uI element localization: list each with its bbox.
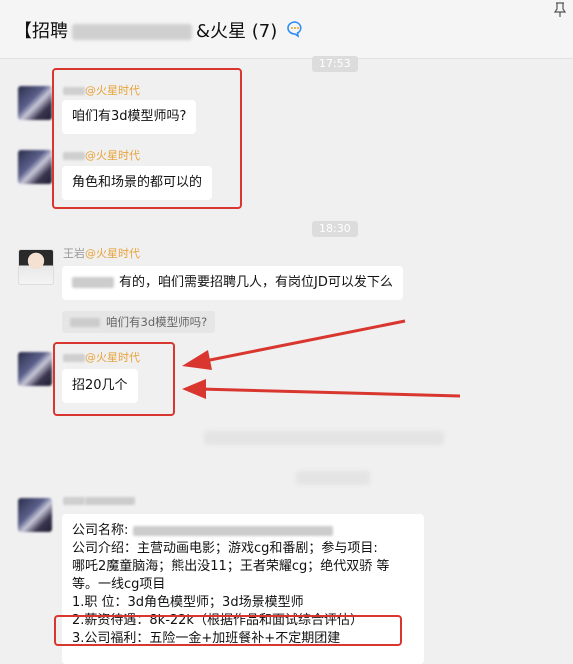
- company-name-line: 公司名称:: [72, 522, 414, 540]
- avatar[interactable]: [18, 498, 52, 532]
- projects-line-cont: 等。一线cg项目: [72, 577, 166, 592]
- timestamp-redacted: [296, 471, 370, 485]
- company-intro-line: 公司介绍：主营动画电影；游戏cg和番剧；参与项目:: [72, 541, 378, 556]
- system-notice: [204, 431, 444, 445]
- sender-name: [63, 494, 135, 507]
- position-line: 1.职 位：3d角色模型师；3d场景模型师: [72, 595, 304, 610]
- projects-line: 哪吒2魔童脑海；熊出没11；王者荣耀cg；绝代双骄 等: [72, 559, 390, 574]
- annotation-box: [54, 615, 402, 646]
